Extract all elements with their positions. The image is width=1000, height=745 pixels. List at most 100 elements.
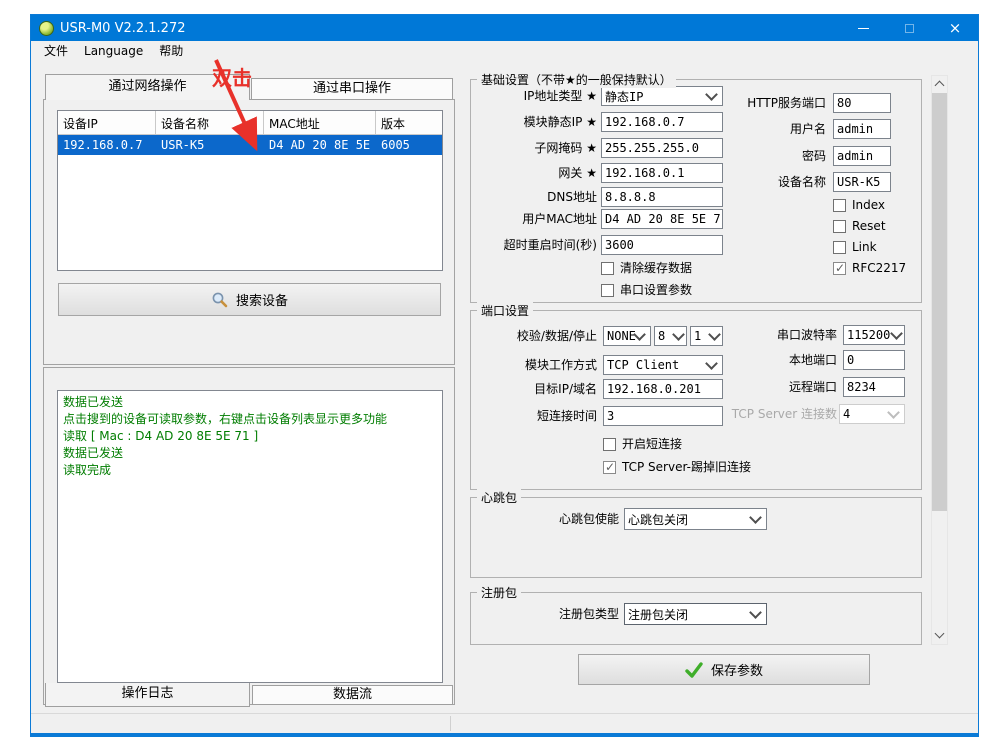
chevron-up-icon xyxy=(934,80,945,91)
link-checkbox[interactable] xyxy=(833,241,846,254)
save-params-button[interactable]: 保存参数 xyxy=(578,654,870,685)
tab-serial-operation[interactable]: 通过串口操作 xyxy=(251,78,453,100)
remote-port-field[interactable]: 8234 xyxy=(843,377,905,397)
scrollbar-thumb[interactable] xyxy=(932,93,947,511)
minimize-button[interactable] xyxy=(840,15,886,41)
local-port-field[interactable]: 0 xyxy=(843,350,905,370)
maximize-icon xyxy=(904,23,914,33)
title-bar: USR-M0 V2.2.1.272 × xyxy=(31,15,978,41)
username-field[interactable]: admin xyxy=(833,119,891,139)
settings-scrollbar[interactable] xyxy=(931,75,948,645)
clear-cache-checkbox[interactable] xyxy=(601,262,614,275)
index-label[interactable]: Index xyxy=(852,198,885,213)
serial-params-label[interactable]: 串口设置参数 xyxy=(620,283,692,298)
heartbeat-enable-label: 心跳包使能 xyxy=(558,512,619,526)
rfc2217-checkbox[interactable] xyxy=(833,261,846,275)
column-header-mac[interactable]: MAC地址 xyxy=(264,111,376,134)
chevron-down-icon xyxy=(934,628,945,639)
operation-log-area[interactable]: 数据已发送 点击搜到的设备可读取参数，右键点击设备列表显示更多功能 读取 [ M… xyxy=(57,390,443,683)
password-field[interactable]: admin xyxy=(833,146,891,166)
chevron-down-icon xyxy=(672,328,685,341)
heartbeat-enable-select[interactable]: 心跳包关闭 xyxy=(624,508,767,530)
ip-type-value: 静态IP xyxy=(605,89,644,104)
target-ip-field[interactable]: 192.168.0.201 xyxy=(603,379,723,399)
cell-device-ip: 192.168.0.7 xyxy=(63,138,143,152)
chevron-down-icon xyxy=(890,327,903,340)
column-header-version[interactable]: 版本 xyxy=(376,111,442,134)
tab-operation-log[interactable]: 操作日志 xyxy=(45,683,250,707)
reset-label[interactable]: Reset xyxy=(852,219,886,234)
port-settings-group: 端口设置 校验/数据/停止 NONE 8 1 模块工作方式 TCP Client… xyxy=(470,302,922,490)
register-type-select[interactable]: 注册包关闭 xyxy=(624,603,767,625)
databits-select[interactable]: 8 xyxy=(654,326,687,346)
register-title: 注册包 xyxy=(477,584,522,601)
scroll-down-button[interactable] xyxy=(932,627,947,644)
app-window: USR-M0 V2.2.1.272 × 文件 Language 帮助 通过网络操… xyxy=(30,14,979,737)
user-mac-field[interactable]: D4 AD 20 8E 5E 71 xyxy=(601,209,723,229)
tab-data-stream[interactable]: 数据流 xyxy=(252,685,453,705)
search-device-button[interactable]: 搜索设备 xyxy=(58,283,441,316)
status-bar xyxy=(31,713,978,733)
baud-rate-select[interactable]: 115200 xyxy=(843,325,905,345)
heartbeat-enable-value: 心跳包关闭 xyxy=(628,512,689,527)
enable-short-conn-checkbox[interactable] xyxy=(603,438,616,451)
basic-settings-title: 基础设置（不带★的一般保持默认） xyxy=(477,71,676,88)
cell-version: 6005 xyxy=(381,138,410,152)
scroll-up-button[interactable] xyxy=(932,76,947,93)
index-checkbox[interactable] xyxy=(833,199,846,212)
stopbits-value: 1 xyxy=(694,329,702,343)
log-line: 点击搜到的设备可读取参数，右键点击设备列表显示更多功能 xyxy=(63,412,388,426)
close-button[interactable]: × xyxy=(932,15,978,41)
register-type-label: 注册包类型 xyxy=(558,607,619,621)
search-device-label: 搜索设备 xyxy=(235,294,288,309)
kick-old-conn-label[interactable]: TCP Server-踢掉旧连接 xyxy=(622,460,751,475)
chevron-down-icon xyxy=(749,606,762,619)
log-line: 读取完成 xyxy=(63,463,112,477)
tcp-server-conn-value: 4 xyxy=(843,407,851,421)
timeout-label: 超时重启时间(秒) xyxy=(503,238,597,252)
menu-language[interactable]: Language xyxy=(76,41,151,61)
remote-port-label: 远程端口 xyxy=(788,380,837,394)
baud-rate-value: 115200 xyxy=(847,328,891,342)
check-icon xyxy=(685,661,703,678)
enable-short-conn-label[interactable]: 开启短连接 xyxy=(622,437,682,452)
http-port-label: HTTP服务端口 xyxy=(747,96,826,110)
password-label: 密码 xyxy=(801,149,826,163)
device-name-field[interactable]: USR-K5 xyxy=(833,172,891,192)
chevron-down-icon xyxy=(749,511,762,524)
clear-cache-label[interactable]: 清除缓存数据 xyxy=(620,261,692,276)
heartbeat-title: 心跳包 xyxy=(477,489,522,506)
window-title: USR-M0 V2.2.1.272 xyxy=(60,20,186,36)
register-group: 注册包 注册包类型 注册包关闭 xyxy=(470,584,922,645)
ip-type-label: IP地址类型 ★ xyxy=(523,89,597,103)
subnet-label: 子网掩码 ★ xyxy=(534,141,597,155)
log-line: 读取 [ Mac : D4 AD 20 8E 5E 71 ] xyxy=(63,429,259,443)
device-name-label: 设备名称 xyxy=(777,175,826,189)
maximize-button[interactable] xyxy=(886,15,932,41)
tcp-server-conn-select[interactable]: 4 xyxy=(839,404,905,424)
dns-label: DNS地址 xyxy=(547,190,597,204)
gateway-label: 网关 ★ xyxy=(558,166,597,180)
column-header-device-ip[interactable]: 设备IP xyxy=(58,111,156,134)
baud-rate-label: 串口波特率 xyxy=(776,328,837,342)
local-port-label: 本地端口 xyxy=(788,353,837,367)
heartbeat-group: 心跳包 心跳包使能 心跳包关闭 xyxy=(470,489,922,578)
reset-checkbox[interactable] xyxy=(833,220,846,233)
http-port-field[interactable]: 80 xyxy=(833,93,891,113)
user-mac-label: 用户MAC地址 xyxy=(522,212,597,226)
timeout-field[interactable]: 3600 xyxy=(601,235,723,255)
parity-data-stop-label: 校验/数据/停止 xyxy=(516,329,597,343)
serial-params-checkbox[interactable] xyxy=(601,284,614,297)
chevron-down-icon xyxy=(887,406,900,419)
username-label: 用户名 xyxy=(789,122,826,136)
save-params-label: 保存参数 xyxy=(710,664,763,679)
kick-old-conn-checkbox[interactable] xyxy=(603,460,616,474)
work-mode-value: TCP Client xyxy=(607,358,680,372)
rfc2217-label[interactable]: RFC2217 xyxy=(852,261,906,276)
port-settings-title: 端口设置 xyxy=(477,302,534,319)
menu-file[interactable]: 文件 xyxy=(36,41,76,61)
link-label[interactable]: Link xyxy=(852,240,877,255)
work-mode-select[interactable]: TCP Client xyxy=(603,355,723,375)
register-type-value: 注册包关闭 xyxy=(628,607,689,622)
parity-select[interactable]: NONE xyxy=(603,326,651,346)
